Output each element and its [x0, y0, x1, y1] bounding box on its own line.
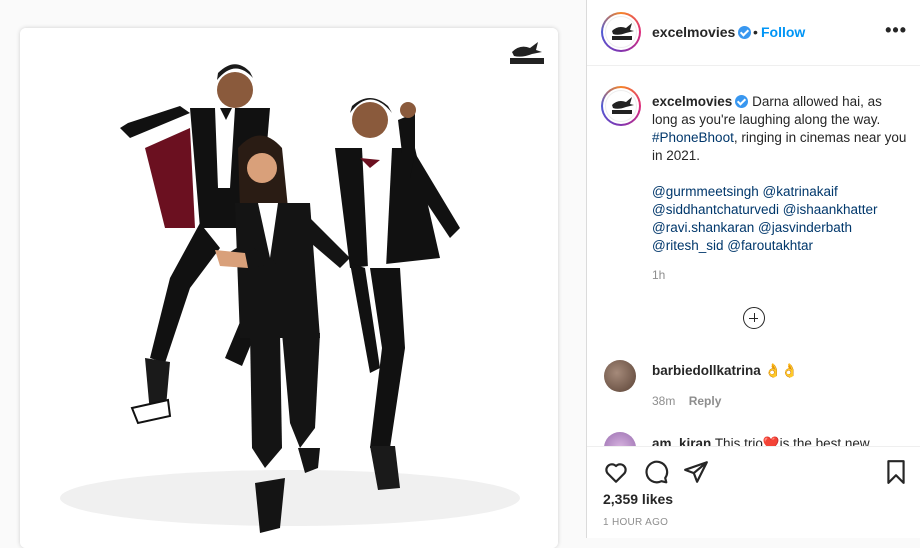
posted-time[interactable]: 1 HOUR AGO: [603, 517, 668, 528]
profile-avatar[interactable]: [601, 12, 641, 52]
photo-pane: [0, 0, 586, 548]
heart-icon[interactable]: [603, 459, 629, 485]
commenter-avatar[interactable]: [604, 432, 636, 446]
bookmark-icon[interactable]: [883, 459, 909, 485]
comment-text: am_kiran This trio❤️is the best new: [652, 436, 870, 446]
mention-link[interactable]: @ishaankhatter: [783, 202, 878, 217]
verified-badge-icon: [735, 95, 749, 108]
comment-body: 👌👌: [764, 363, 799, 378]
likes-count[interactable]: 2,359 likes: [603, 491, 673, 507]
comment-icon[interactable]: [643, 459, 669, 485]
share-icon[interactable]: [683, 459, 709, 485]
comment-meta: 38m Reply: [652, 394, 731, 408]
mention-link[interactable]: @siddhantchaturvedi: [652, 202, 779, 217]
excel-watermark-logo: [510, 42, 544, 64]
excel-logo-icon: [612, 23, 634, 40]
instagram-post-view: excelmovies • Follow ••• excelmovies Dar…: [0, 0, 920, 548]
header-username-wrap[interactable]: excelmovies: [652, 24, 752, 40]
comment-username[interactable]: am_kiran: [652, 436, 711, 446]
commenter-avatar[interactable]: [604, 360, 636, 392]
photo-illustration: [20, 28, 558, 548]
post-photo[interactable]: [20, 28, 558, 548]
reply-button[interactable]: Reply: [689, 394, 722, 408]
comment-username[interactable]: barbiedollkatrina: [652, 363, 761, 378]
action-bar: 2,359 likes 1 HOUR AGO: [587, 446, 920, 538]
mention-link[interactable]: @ritesh_sid: [652, 238, 723, 253]
comment-text: barbiedollkatrina 👌👌: [652, 363, 798, 379]
caption-username[interactable]: excelmovies: [652, 94, 732, 109]
mention-link[interactable]: @katrinakaif: [763, 184, 838, 199]
comment-body: This trio❤️is the best new: [714, 436, 870, 446]
header-username[interactable]: excelmovies: [652, 24, 735, 40]
mention-list: @gurmmeetsingh @katrinakaif @siddhantcha…: [652, 183, 907, 255]
hashtag-link[interactable]: #PhoneBhoot: [652, 130, 734, 145]
add-circle-icon[interactable]: [743, 307, 765, 329]
comment-item: barbiedollkatrina 👌👌 38m Reply: [587, 354, 920, 414]
caption-avatar[interactable]: [601, 86, 641, 126]
header-separator: •: [753, 24, 758, 40]
post-header: excelmovies • Follow •••: [587, 0, 920, 66]
comment-time: 38m: [652, 394, 676, 408]
mention-link[interactable]: @ravi.shankaran: [652, 220, 754, 235]
caption-area: excelmovies Darna allowed hai, as long a…: [587, 66, 920, 354]
comment-item-partial: am_kiran This trio❤️is the best new: [587, 430, 920, 446]
more-options-icon[interactable]: •••: [885, 20, 907, 41]
mention-link[interactable]: @gurmmeetsingh: [652, 184, 759, 199]
follow-button[interactable]: Follow: [761, 24, 805, 40]
caption-timestamp[interactable]: 1h: [652, 268, 665, 282]
caption-text: excelmovies Darna allowed hai, as long a…: [652, 93, 907, 255]
mention-link[interactable]: @faroutakhtar: [727, 238, 813, 253]
post-side-panel: excelmovies • Follow ••• excelmovies Dar…: [586, 0, 920, 538]
excel-logo-icon: [612, 97, 634, 114]
verified-badge-icon: [738, 26, 752, 39]
mention-link[interactable]: @jasvinderbath: [758, 220, 852, 235]
